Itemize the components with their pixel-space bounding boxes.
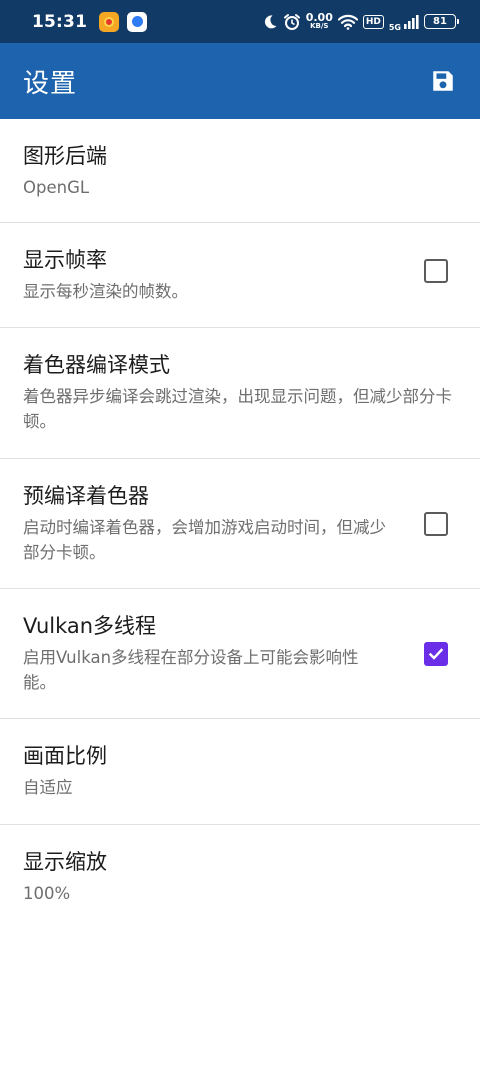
save-button[interactable] (426, 64, 460, 98)
setting-summary: 100% (23, 884, 71, 903)
precompile-shaders-checkbox[interactable] (424, 512, 448, 536)
app-notification-2-icon (127, 11, 148, 32)
setting-summary: 着色器异步编译会跳过渲染，出现显示问题，但减少部分卡顿。 (23, 387, 452, 431)
setting-title: 画面比例 (23, 744, 107, 768)
setting-title: 显示缩放 (23, 850, 107, 874)
setting-title: 着色器编译模式 (23, 353, 170, 377)
net-speed-unit: KB/S (310, 21, 329, 30)
setting-shader-compile-mode[interactable]: 着色器编译模式 着色器异步编译会跳过渲染，出现显示问题，但减少部分卡顿。 (0, 328, 480, 459)
net-speed: 0.00 KB/S (305, 10, 333, 31)
alarm-icon (283, 13, 300, 30)
network-type: 5G (388, 22, 401, 32)
hd-icon: HD (362, 14, 384, 29)
page-title: 设置 (23, 68, 78, 99)
setting-precompile-shaders[interactable]: 预编译着色器 启动时编译着色器，会增加游戏启动时间，但减少部分卡顿。 (0, 459, 480, 589)
net-speed-value: 0.00 (305, 10, 333, 24)
show-fps-checkbox[interactable] (424, 259, 448, 283)
status-bar: 15:31 0.00 KB/S HD 5G 81 (0, 0, 480, 43)
battery-icon: 81 (424, 14, 459, 29)
setting-vulkan-multithread[interactable]: Vulkan多线程 启用Vulkan多线程在部分设备上可能会影响性能。 (0, 589, 480, 719)
setting-summary: 启用Vulkan多线程在部分设备上可能会影响性能。 (23, 648, 359, 692)
setting-aspect-ratio[interactable]: 画面比例 自适应 (0, 719, 480, 825)
vulkan-multithread-checkbox[interactable] (424, 642, 448, 666)
app-notification-1-icon (99, 11, 120, 32)
wifi-icon (337, 14, 358, 30)
setting-title: 显示帧率 (23, 248, 107, 272)
setting-display-scale[interactable]: 显示缩放 100% (0, 825, 480, 929)
setting-summary: 显示每秒渲染的帧数。 (23, 282, 188, 301)
setting-title: 预编译着色器 (23, 484, 149, 508)
signal-icon (404, 14, 419, 29)
status-time: 15:31 (32, 11, 88, 32)
setting-show-fps[interactable]: 显示帧率 显示每秒渲染的帧数。 (0, 223, 480, 328)
battery-level: 81 (433, 16, 447, 27)
status-right: 0.00 KB/S HD 5G 81 (262, 10, 459, 32)
settings-list: 图形后端 OpenGL 显示帧率 显示每秒渲染的帧数。 着色器编译模式 着色器异… (0, 119, 480, 929)
app-bar: 设置 (0, 43, 480, 119)
setting-graphics-backend[interactable]: 图形后端 OpenGL (0, 119, 480, 223)
setting-summary: 启动时编译着色器，会增加游戏启动时间，但减少部分卡顿。 (23, 518, 386, 562)
setting-summary: 自适应 (23, 778, 73, 797)
setting-title: Vulkan多线程 (23, 614, 157, 638)
status-left: 15:31 (32, 11, 148, 32)
moon-icon (264, 14, 277, 28)
setting-title: 图形后端 (23, 144, 107, 168)
save-icon (433, 71, 453, 91)
setting-summary: OpenGL (23, 178, 90, 197)
check-icon (428, 648, 444, 660)
